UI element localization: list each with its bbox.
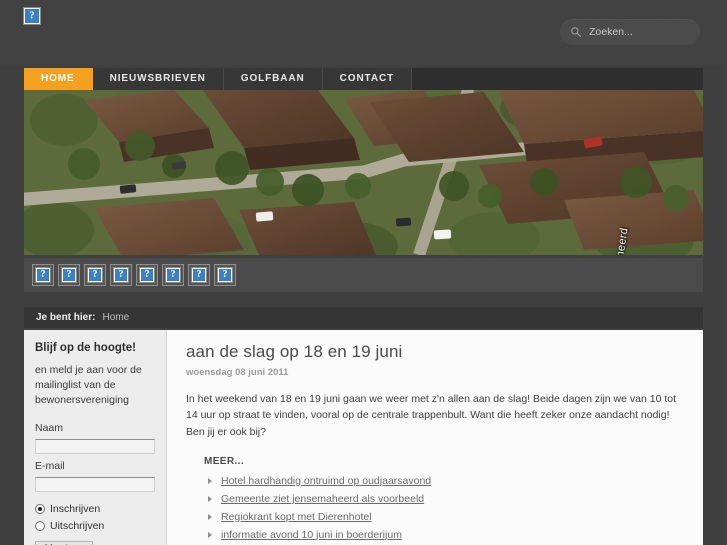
breadcrumb: Je bent hier: Home [24, 307, 703, 328]
broken-image-icon [61, 267, 77, 283]
thumbnail-item[interactable] [162, 264, 184, 286]
thumbnail-item[interactable] [188, 264, 210, 286]
broken-image-icon [23, 7, 41, 25]
sidebar: Blijf op de hoogte! en meld je aan voor … [24, 330, 167, 545]
broken-image-icon [87, 267, 103, 283]
arrow-icon [208, 531, 212, 538]
broken-image-icon [113, 267, 129, 283]
article-title: aan de slag op 18 en 19 juni [186, 342, 403, 361]
radio-subscribe[interactable] [35, 503, 45, 514]
thumbnail-item[interactable] [136, 264, 158, 286]
thumbnail-item[interactable] [84, 264, 106, 286]
nav-item-golfbaan[interactable]: GOLFBAAN [223, 68, 323, 90]
arrow-icon [208, 477, 212, 484]
more-link[interactable]: informatie avond 10 juni in boerderijum [221, 529, 402, 541]
newsletter-intro: en meld je aan voor de mailinglist van d… [35, 364, 142, 406]
list-item[interactable]: Hotel hardhandig ontruimd op oudjaarsavo… [204, 475, 685, 487]
radio-unsubscribe[interactable] [35, 520, 45, 531]
nav-item-contact[interactable]: CONTACT [322, 68, 413, 90]
search-input[interactable] [589, 26, 724, 38]
nav-filler [412, 68, 703, 90]
broken-image-icon [165, 267, 181, 283]
nav-item-nieuwsbrieven[interactable]: NIEUWSBRIEVEN [92, 68, 224, 90]
list-item[interactable]: informatie avond 10 juni in boerderijum [204, 529, 685, 541]
more-link[interactable]: Hotel hardhandig ontruimd op oudjaarsavo… [221, 475, 431, 487]
thumbnail-item[interactable] [110, 264, 132, 286]
thumbnail-item[interactable] [32, 264, 54, 286]
radio-subscribe-label: Inschrijven [50, 502, 101, 515]
broken-image-icon [217, 267, 233, 283]
more-link[interactable]: Regiokrant kopt met Dierenhotel [221, 511, 372, 523]
thumbnail-item[interactable] [214, 264, 236, 286]
email-input[interactable] [35, 476, 155, 492]
thumbnail-strip [24, 258, 703, 292]
main-navigation: HOME NIEUWSBRIEVEN GOLFBAAN CONTACT [24, 68, 703, 90]
list-item[interactable]: Regiokrant kopt met Dierenhotel [204, 511, 685, 523]
name-label: Naam [35, 421, 64, 434]
nav-item-home[interactable]: HOME [24, 68, 93, 90]
more-heading: MEER... [204, 455, 245, 467]
body-wrapper: Blijf op de hoogte! en meld je aan voor … [24, 330, 703, 545]
breadcrumb-current[interactable]: Home [102, 312, 129, 323]
more-link[interactable]: Gemeente ziet jensemaheerd als voorbeeld [221, 493, 424, 505]
search-box[interactable] [560, 19, 724, 45]
name-input[interactable] [35, 438, 155, 454]
more-links-list: Hotel hardhandig ontruimd op oudjaarsavo… [204, 475, 685, 545]
broken-image-icon [35, 267, 51, 283]
broken-image-icon [139, 267, 155, 283]
search-icon [571, 27, 582, 38]
radio-unsubscribe-label: Uitschrijven [50, 519, 105, 532]
article-date: woensdag 08 juni 2011 [186, 367, 289, 378]
article-body: In het weekend van 18 en 19 juni gaan we… [186, 393, 677, 438]
radio-unsubscribe-row[interactable]: Uitschrijven [35, 520, 155, 532]
newsletter-submit-button[interactable]: Verstuur [35, 540, 93, 545]
top-bar [0, 0, 727, 66]
breadcrumb-label: Je bent hier: [36, 312, 96, 323]
arrow-icon [208, 495, 212, 502]
page-root: HOME NIEUWSBRIEVEN GOLFBAAN CONTACT [0, 0, 727, 545]
hero-aerial-photo: Jensemaheerd Jensemaheerd [24, 90, 703, 255]
broken-image-icon [191, 267, 207, 283]
article-content: aan de slag op 18 en 19 juni woensdag 08… [167, 330, 703, 545]
email-label: E-mail [35, 459, 65, 472]
site-logo[interactable] [23, 7, 41, 25]
thumbnail-item[interactable] [58, 264, 80, 286]
aerial-map-graphic [24, 90, 703, 255]
list-item[interactable]: Gemeente ziet jensemaheerd als voorbeeld [204, 493, 685, 505]
newsletter-title: Blijf op de hoogte! [35, 342, 136, 354]
arrow-icon [208, 513, 212, 520]
radio-subscribe-row[interactable]: Inschrijven [35, 503, 155, 515]
